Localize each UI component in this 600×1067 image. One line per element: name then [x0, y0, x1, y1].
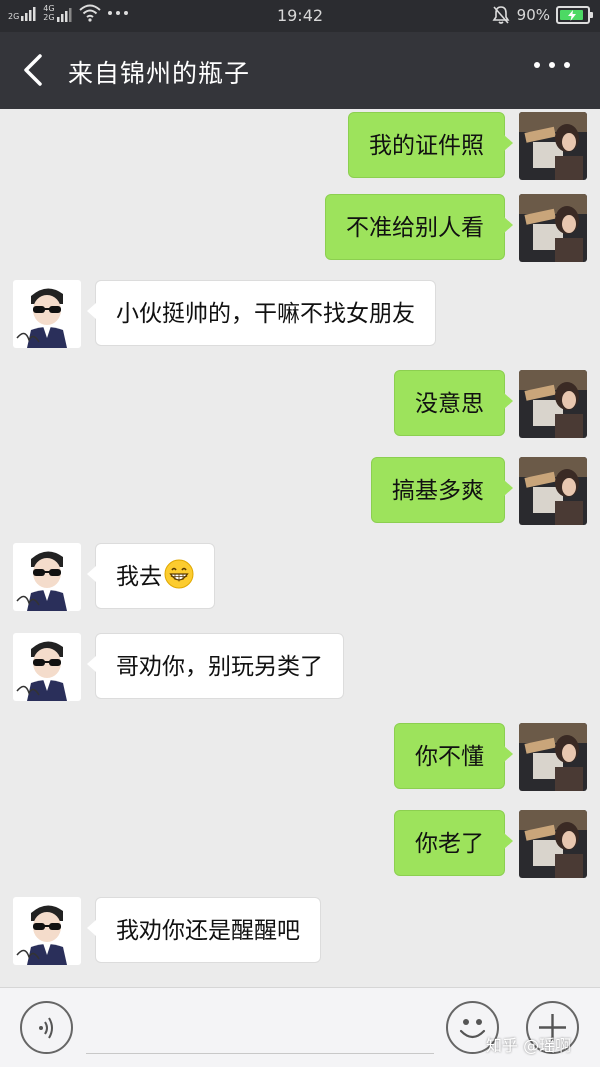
- watermark: 知乎 @瑶啊: [486, 1036, 572, 1055]
- message-row: 我的证件照: [0, 112, 600, 180]
- more-dot-icon: [564, 62, 570, 68]
- message-row: 没意思: [0, 370, 600, 438]
- more-options-button[interactable]: [534, 62, 570, 68]
- message-bubble-received[interactable]: 我去: [87, 543, 215, 609]
- avatar-contact[interactable]: [13, 897, 81, 965]
- more-dot-icon: [549, 62, 555, 68]
- avatar-contact[interactable]: [13, 543, 81, 611]
- message-row: 我劝你还是醒醒吧: [0, 897, 600, 965]
- message-bubble-sent[interactable]: 不准给别人看: [325, 194, 513, 260]
- message-bubble-sent[interactable]: 搞基多爽: [371, 457, 513, 523]
- message-bubble-received[interactable]: 哥劝你，别玩另类了: [87, 633, 344, 699]
- message-row: 你老了: [0, 810, 600, 878]
- avatar-self[interactable]: [519, 457, 587, 525]
- voice-icon: [39, 1017, 53, 1039]
- message-bubble-received[interactable]: 小伙挺帅的，干嘛不找女朋友: [87, 280, 436, 346]
- avatar-self[interactable]: [519, 810, 587, 878]
- mute-bell-icon: [492, 6, 510, 24]
- message-row: 哥劝你，别玩另类了: [0, 633, 600, 701]
- status-bar: 2G 4G 2G 19:42 90%: [0, 0, 600, 32]
- battery-fill: [560, 9, 584, 21]
- chat-header: 来自锦州的瓶子: [0, 32, 600, 109]
- back-arrow-icon[interactable]: [20, 52, 50, 88]
- message-bubble-sent[interactable]: 你不懂: [394, 723, 513, 789]
- chat-area[interactable]: 我的证件照 不准给别人看 小伙挺帅的，干嘛不找女朋友 没意思 搞基多爽 我去 哥…: [0, 109, 600, 987]
- message-bubble-sent[interactable]: 没意思: [394, 370, 513, 436]
- avatar-contact[interactable]: [13, 633, 81, 701]
- message-bubble-received[interactable]: 我劝你还是醒醒吧: [87, 897, 321, 963]
- message-bubble-sent[interactable]: 你老了: [394, 810, 513, 876]
- message-row: 不准给别人看: [0, 194, 600, 262]
- message-row: 小伙挺帅的，干嘛不找女朋友: [0, 280, 600, 348]
- message-text: 我去: [116, 564, 162, 590]
- message-row: 搞基多爽: [0, 457, 600, 525]
- avatar-self[interactable]: [519, 194, 587, 262]
- charging-bolt-icon: [567, 9, 576, 21]
- message-row: 我去: [0, 543, 600, 611]
- battery-percent: 90%: [516, 6, 550, 24]
- avatar-contact[interactable]: [13, 280, 81, 348]
- more-dot-icon: [534, 62, 540, 68]
- grinning-face-icon: [164, 559, 194, 589]
- chat-title: 来自锦州的瓶子: [68, 59, 251, 88]
- message-bubble-sent[interactable]: 我的证件照: [348, 112, 513, 178]
- status-right: 90%: [491, 5, 593, 25]
- voice-button[interactable]: [20, 1001, 73, 1054]
- avatar-self[interactable]: [519, 370, 587, 438]
- battery-icon: [556, 6, 593, 24]
- avatar-self[interactable]: [519, 112, 587, 180]
- message-input[interactable]: [86, 998, 434, 1054]
- avatar-self[interactable]: [519, 723, 587, 791]
- message-row: 你不懂: [0, 723, 600, 791]
